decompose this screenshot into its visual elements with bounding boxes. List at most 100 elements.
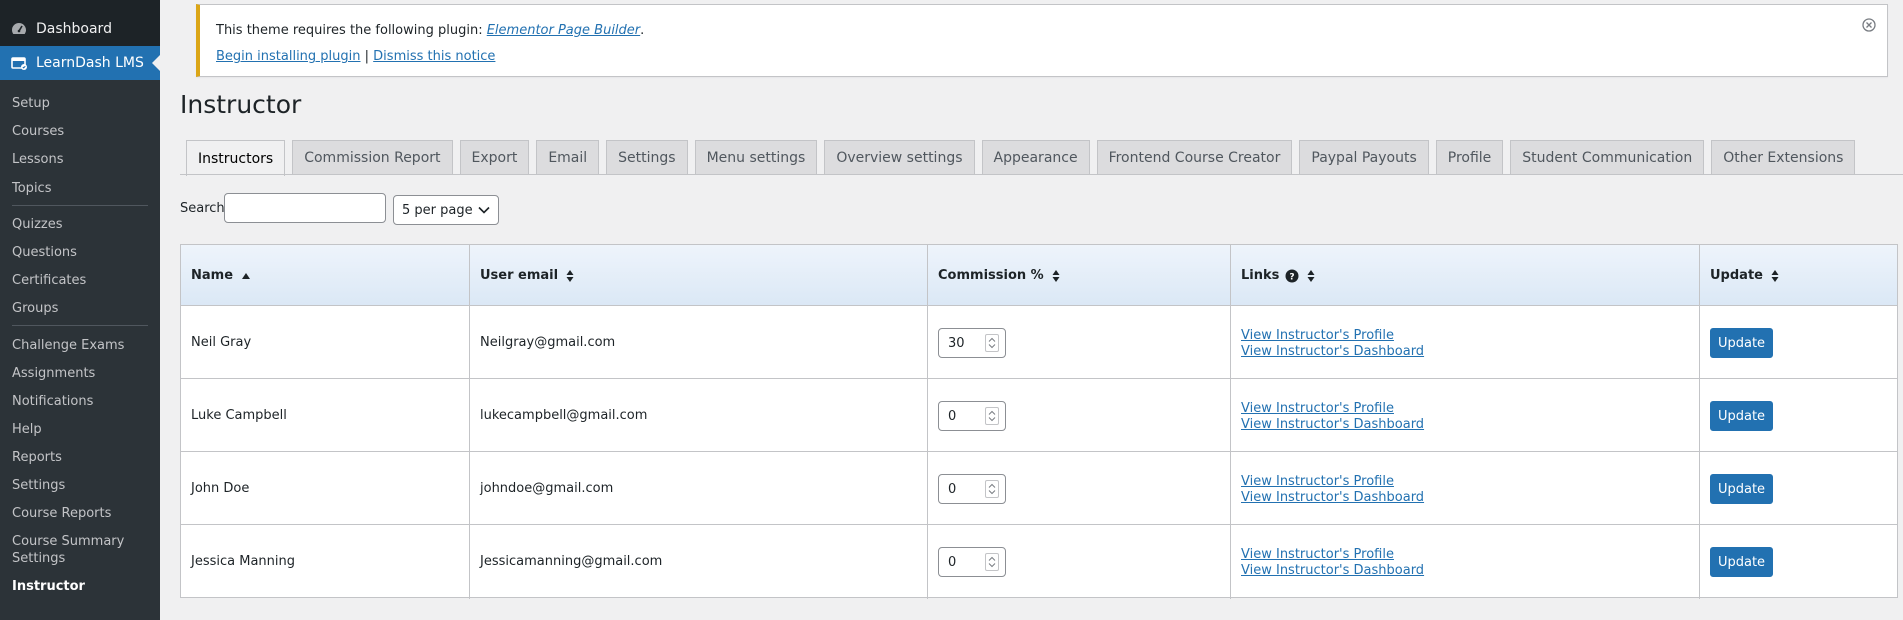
view-dashboard-link[interactable]: View Instructor's Dashboard bbox=[1241, 344, 1424, 360]
submenu-course-summary-settings[interactable]: Course Summary Settings bbox=[12, 533, 124, 567]
row-divider bbox=[181, 524, 1897, 525]
notice-message: This theme requires the following plugin… bbox=[216, 23, 644, 38]
spinner-arrows-icon[interactable] bbox=[985, 407, 999, 425]
row-divider bbox=[181, 378, 1897, 379]
row-divider bbox=[181, 451, 1897, 452]
begin-installing-link[interactable]: Begin installing plugin bbox=[216, 49, 361, 64]
view-profile-link[interactable]: View Instructor's Profile bbox=[1241, 547, 1394, 563]
commission-input[interactable]: 30 bbox=[938, 328, 1006, 358]
cell-name: John Doe bbox=[191, 481, 250, 496]
update-button[interactable]: Update bbox=[1710, 401, 1773, 431]
header-commission[interactable]: Commission % bbox=[928, 245, 1060, 306]
view-profile-link[interactable]: View Instructor's Profile bbox=[1241, 328, 1394, 344]
svg-text:?: ? bbox=[1290, 272, 1295, 282]
search-label: Search bbox=[180, 201, 225, 216]
header-label: Commission % bbox=[938, 268, 1044, 283]
header-links[interactable]: Links ? bbox=[1231, 245, 1315, 306]
settings-tabs: Instructors Commission Report Export Ema… bbox=[186, 140, 1862, 176]
header-user-email[interactable]: User email bbox=[470, 245, 574, 306]
submenu-courses[interactable]: Courses bbox=[12, 123, 64, 140]
submenu-course-reports[interactable]: Course Reports bbox=[12, 505, 111, 522]
tab-appearance[interactable]: Appearance bbox=[981, 140, 1090, 175]
submenu-setup[interactable]: Setup bbox=[12, 95, 50, 112]
tab-profile[interactable]: Profile bbox=[1435, 140, 1504, 175]
view-dashboard-link[interactable]: View Instructor's Dashboard bbox=[1241, 490, 1424, 506]
sort-icon bbox=[566, 269, 574, 283]
update-button[interactable]: Update bbox=[1710, 547, 1773, 577]
submenu-challenge-exams[interactable]: Challenge Exams bbox=[12, 337, 124, 354]
sort-icon bbox=[1771, 269, 1779, 283]
submenu-groups[interactable]: Groups bbox=[12, 300, 58, 317]
sidebar-item-label: LearnDash LMS bbox=[36, 55, 144, 71]
header-label: Links bbox=[1241, 268, 1280, 283]
close-icon[interactable] bbox=[1861, 17, 1877, 33]
notice-separator: | bbox=[360, 49, 374, 64]
sidebar-item-learndash-lms[interactable]: LearnDash LMS bbox=[0, 46, 160, 80]
chevron-down-icon bbox=[478, 203, 490, 218]
tab-frontend-course-creator[interactable]: Frontend Course Creator bbox=[1096, 140, 1293, 175]
update-button[interactable]: Update bbox=[1710, 474, 1773, 504]
instructors-table: Name User email Commission % Links ? Upd… bbox=[180, 244, 1898, 599]
per-page-value: 5 per page bbox=[402, 202, 473, 218]
header-label: Name bbox=[191, 268, 234, 283]
view-dashboard-link[interactable]: View Instructor's Dashboard bbox=[1241, 563, 1424, 579]
header-update[interactable]: Update bbox=[1700, 245, 1779, 306]
sort-ascending-icon bbox=[241, 272, 251, 280]
learndash-icon bbox=[10, 54, 28, 72]
tab-student-communication[interactable]: Student Communication bbox=[1510, 140, 1705, 175]
submenu-notifications[interactable]: Notifications bbox=[12, 393, 93, 410]
search-input[interactable] bbox=[224, 193, 386, 223]
dismiss-notice-link[interactable]: Dismiss this notice bbox=[373, 49, 495, 64]
submenu-questions[interactable]: Questions bbox=[12, 244, 77, 261]
tab-paypal-payouts[interactable]: Paypal Payouts bbox=[1299, 140, 1429, 175]
commission-input[interactable]: 0 bbox=[938, 474, 1006, 504]
plugin-link[interactable]: Elementor Page Builder bbox=[487, 23, 640, 38]
commission-input[interactable]: 0 bbox=[938, 547, 1006, 577]
help-icon[interactable]: ? bbox=[1285, 269, 1299, 283]
commission-value: 0 bbox=[948, 554, 957, 570]
view-dashboard-link[interactable]: View Instructor's Dashboard bbox=[1241, 417, 1424, 433]
submenu-assignments[interactable]: Assignments bbox=[12, 365, 95, 382]
sort-icon bbox=[1307, 269, 1315, 283]
update-button[interactable]: Update bbox=[1710, 328, 1773, 358]
spinner-arrows-icon[interactable] bbox=[985, 553, 999, 571]
spinner-arrows-icon[interactable] bbox=[985, 480, 999, 498]
sidebar-item-dashboard[interactable]: Dashboard bbox=[0, 14, 160, 44]
tab-other-extensions[interactable]: Other Extensions bbox=[1711, 140, 1856, 175]
submenu-certificates[interactable]: Certificates bbox=[12, 272, 86, 289]
notice-actions: Begin installing plugin | Dismiss this n… bbox=[216, 49, 495, 64]
commission-value: 0 bbox=[948, 408, 957, 424]
tab-commission-report[interactable]: Commission Report bbox=[292, 140, 453, 175]
submenu-settings[interactable]: Settings bbox=[12, 477, 65, 494]
per-page-select[interactable]: 5 per page bbox=[393, 195, 499, 225]
commission-input[interactable]: 0 bbox=[938, 401, 1006, 431]
submenu-topics[interactable]: Topics bbox=[12, 180, 51, 197]
sort-icon bbox=[1052, 269, 1060, 283]
tab-export[interactable]: Export bbox=[459, 140, 530, 175]
tab-overview-settings[interactable]: Overview settings bbox=[824, 140, 975, 175]
view-profile-link[interactable]: View Instructor's Profile bbox=[1241, 401, 1394, 417]
tab-instructors[interactable]: Instructors bbox=[186, 140, 286, 176]
notice-text: This theme requires the following plugin… bbox=[216, 23, 487, 38]
cell-email: Jessicamanning@gmail.com bbox=[480, 554, 663, 569]
submenu-quizzes[interactable]: Quizzes bbox=[12, 216, 63, 233]
submenu-separator bbox=[12, 205, 148, 206]
tab-email[interactable]: Email bbox=[536, 140, 600, 175]
tab-settings[interactable]: Settings bbox=[606, 140, 688, 175]
sidebar-item-label: Dashboard bbox=[36, 21, 112, 37]
header-label: User email bbox=[480, 268, 559, 283]
submenu-lessons[interactable]: Lessons bbox=[12, 151, 64, 168]
admin-sidebar: Dashboard LearnDash LMS Setup Courses Le… bbox=[0, 0, 160, 620]
submenu-help[interactable]: Help bbox=[12, 421, 42, 438]
tab-menu-settings[interactable]: Menu settings bbox=[694, 140, 818, 175]
spinner-arrows-icon[interactable] bbox=[985, 334, 999, 352]
header-name[interactable]: Name bbox=[181, 245, 251, 306]
commission-value: 30 bbox=[948, 335, 965, 351]
view-profile-link[interactable]: View Instructor's Profile bbox=[1241, 474, 1394, 490]
submenu-reports[interactable]: Reports bbox=[12, 449, 62, 466]
cell-name: Neil Gray bbox=[191, 335, 252, 350]
dashboard-gauge-icon bbox=[10, 20, 28, 38]
submenu-instructor[interactable]: Instructor bbox=[12, 578, 85, 595]
page-title: Instructor bbox=[180, 90, 302, 119]
cell-email: lukecampbell@gmail.com bbox=[480, 408, 648, 423]
